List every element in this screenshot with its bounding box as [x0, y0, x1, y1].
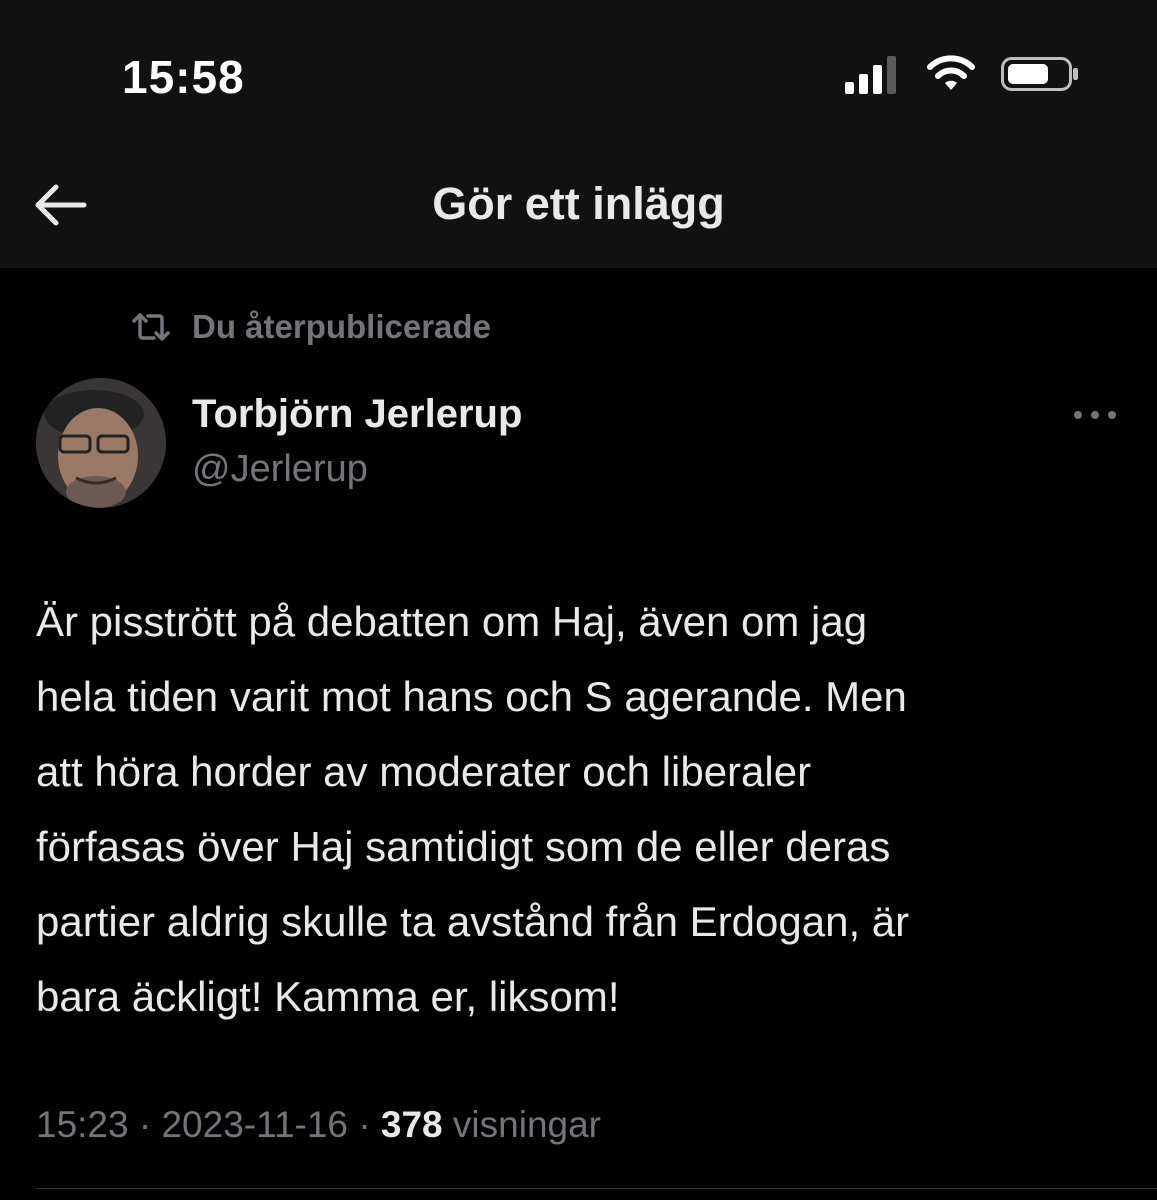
status-icons [845, 54, 1079, 94]
post-meta: 15:23 · 2023-11-16 · 378 visningar [36, 1104, 601, 1146]
repost-label: Du återpublicerade [192, 308, 491, 345]
avatar[interactable] [36, 378, 166, 508]
divider [36, 1188, 1157, 1189]
post-time: 15:23 [36, 1104, 129, 1145]
top-bar: 15:58 Gör ett inlägg [0, 0, 1157, 268]
views-label[interactable]: visningar [453, 1104, 601, 1145]
more-options-button[interactable] [1070, 400, 1120, 430]
post-date: 2023-11-16 [161, 1104, 349, 1145]
battery-icon [1001, 57, 1078, 91]
meta-separator: · [138, 1104, 152, 1145]
author-name[interactable]: Torbjörn Jerlerup [192, 392, 522, 437]
more-options-icon [1074, 411, 1116, 419]
author-handle[interactable]: @Jerlerup [192, 448, 368, 491]
status-time: 15:58 [122, 51, 245, 103]
views-count[interactable]: 378 [381, 1104, 443, 1145]
repost-icon [132, 313, 170, 341]
cellular-signal-icon [845, 56, 896, 94]
page-title: Gör ett inlägg [432, 178, 725, 229]
meta-separator: · [358, 1104, 371, 1145]
wifi-icon [927, 55, 975, 90]
repost-indicator[interactable]: Du återpublicerade [130, 308, 491, 346]
avatar-photo [36, 378, 166, 508]
post-text: Är pisstrött på debatten om Haj, även om… [36, 598, 910, 1020]
